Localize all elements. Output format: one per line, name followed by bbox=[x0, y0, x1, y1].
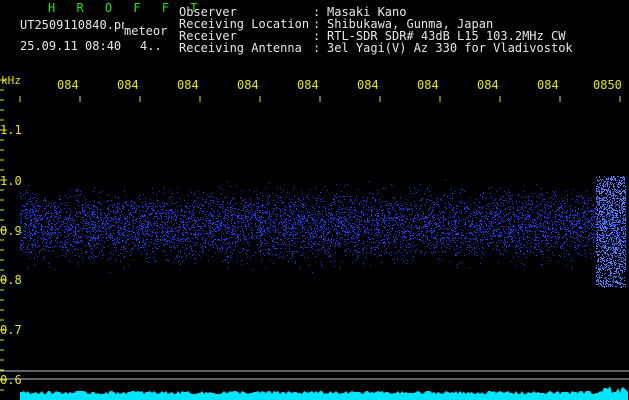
signal-noise-band bbox=[20, 176, 626, 288]
spectrogram-plot bbox=[0, 79, 629, 400]
power-trace-fill bbox=[20, 386, 628, 400]
noise-speckle bbox=[20, 180, 626, 273]
power-trace bbox=[20, 386, 628, 400]
noise-speckle-bright bbox=[596, 176, 626, 288]
